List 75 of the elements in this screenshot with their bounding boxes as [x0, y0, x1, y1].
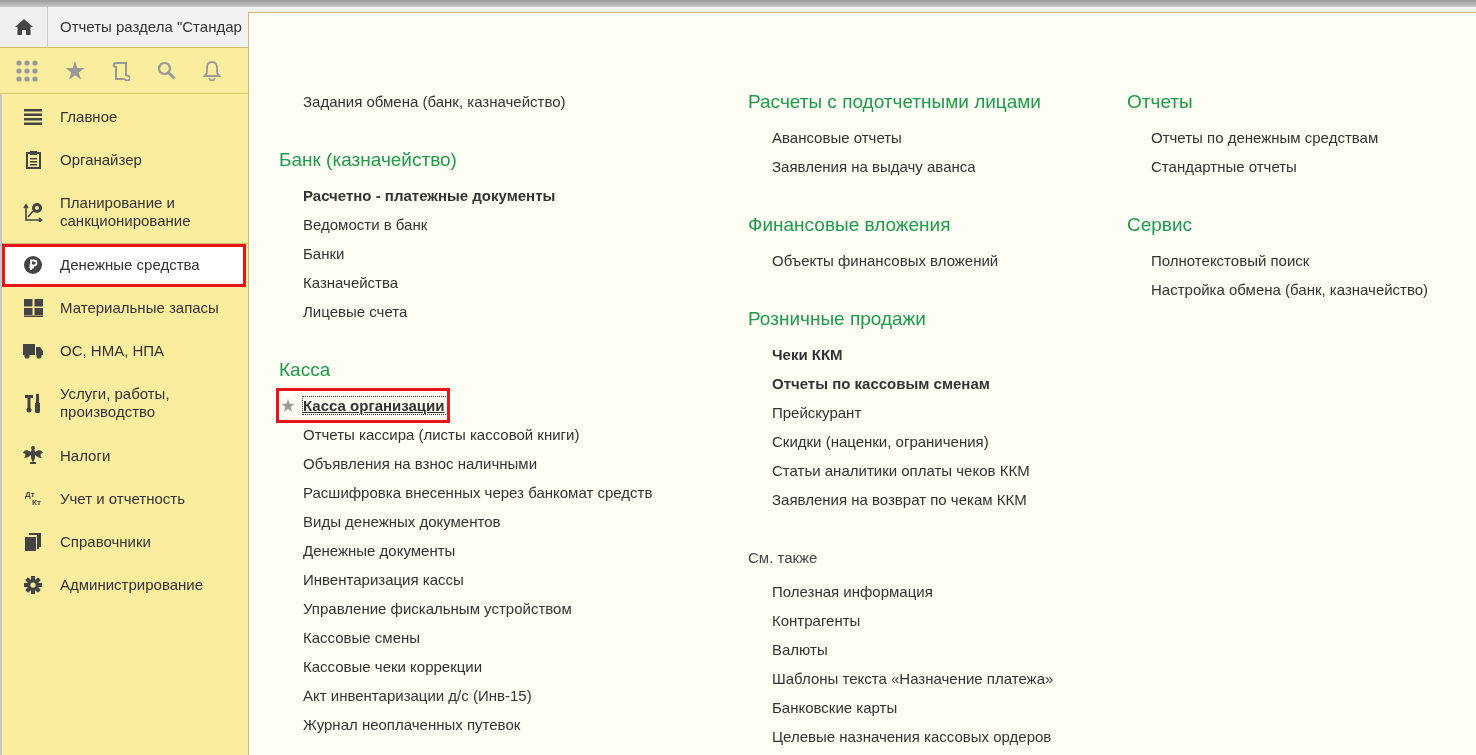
sidebar-item[interactable]: Материальные запасы: [2, 287, 246, 330]
menu-link[interactable]: Стандартные отчеты: [1151, 158, 1297, 175]
truck-icon: [23, 343, 43, 359]
sidebar-item[interactable]: Услуги, работы, производство: [2, 373, 246, 434]
menu-link[interactable]: Прейскурант: [772, 404, 862, 421]
star-icon[interactable]: [65, 61, 85, 80]
menu-link[interactable]: Кассовые смены: [303, 629, 421, 646]
menu-link[interactable]: Денежные документы: [303, 542, 456, 559]
tools-icon: [25, 393, 41, 413]
menu-link[interactable]: Полнотекстовый поиск: [1151, 252, 1310, 269]
menu-link[interactable]: Объекты финансовых вложений: [772, 252, 999, 269]
menu-link[interactable]: Расшифровка внесенных через банкомат средств: [303, 484, 653, 501]
menu-link[interactable]: Валюты: [772, 641, 828, 658]
chart-coin-icon: [23, 202, 43, 222]
section-heading: Расчеты с подотчетными лицами: [748, 90, 1042, 114]
menu-link[interactable]: Виды денежных документов: [303, 513, 501, 530]
list-icon: [24, 109, 42, 125]
sidebar-item[interactable]: Планирование и санкционирование: [2, 182, 246, 243]
menu-link[interactable]: Расчетно - платежные документы: [303, 187, 556, 204]
sidebar-item[interactable]: Органайзер: [2, 139, 246, 182]
section-heading: Сервис: [1127, 213, 1194, 237]
menu-link[interactable]: Инвентаризация кассы: [303, 571, 464, 588]
menu-link[interactable]: Казначейства: [303, 274, 399, 291]
menu-link[interactable]: Скидки (наценки, ограничения): [772, 433, 989, 450]
menu-link[interactable]: Чеки ККМ: [772, 346, 843, 363]
menu-link[interactable]: Журнал неоплаченных путевок: [303, 716, 521, 733]
menu-link[interactable]: Отчеты по денежным средствам: [1151, 129, 1379, 146]
menu-link[interactable]: Ведомости в банк: [303, 216, 428, 233]
sidebar-item[interactable]: Администрирование: [2, 564, 246, 607]
menu-link[interactable]: Шаблоны текста «Назначение платежа»: [772, 670, 1054, 687]
apps-grid-icon[interactable]: [16, 59, 38, 82]
section-heading: Банк (казначейство): [279, 148, 458, 172]
bell-icon[interactable]: [203, 60, 221, 81]
menu-link[interactable]: Банки: [303, 245, 345, 262]
menu-link[interactable]: Отчеты кассира (листы кассовой книги): [303, 426, 580, 443]
sidebar-item[interactable]: Денежные средства: [2, 244, 246, 287]
sidebar-item[interactable]: Справочники: [2, 521, 246, 564]
tab[interactable]: Отчеты раздела "Стандар: [48, 7, 242, 47]
menu-link[interactable]: Касса организации: [303, 397, 447, 414]
menu-link[interactable]: Акт инвентаризации д/с (Инв-15): [303, 687, 532, 704]
home-icon: [14, 19, 33, 35]
menu-link[interactable]: Статьи аналитики оплаты чеков ККМ: [772, 462, 1030, 479]
menu-link[interactable]: Лицевые счета: [303, 303, 408, 320]
blocks-icon: [23, 299, 43, 317]
ruble-coin-icon: [24, 256, 42, 274]
section-heading: Отчеты: [1127, 90, 1194, 114]
menu-link[interactable]: Банковские карты: [772, 699, 898, 716]
emblem-icon: [23, 446, 43, 465]
menu-link[interactable]: Объявления на взнос наличными: [303, 455, 538, 472]
menu-link[interactable]: Авансовые отчеты: [772, 129, 902, 146]
sidebar-item[interactable]: ОС, НМА, НПА: [2, 330, 246, 373]
menu-link[interactable]: Настройка обмена (банк, казначейство): [1151, 281, 1429, 298]
search-icon[interactable]: [157, 61, 176, 80]
menu-link[interactable]: Управление фискальным устройством: [303, 600, 572, 617]
menu-link[interactable]: Целевые назначения кассовых ордеров: [772, 728, 1052, 745]
sidebar-item[interactable]: Налоги: [2, 434, 246, 478]
menu-link[interactable]: Отчеты по кассовым сменам: [772, 375, 990, 392]
star-icon[interactable]: [281, 399, 295, 412]
menu-link[interactable]: Заявления на возврат по чекам ККМ: [772, 491, 1027, 508]
menu-link[interactable]: Заявления на выдачу аванса: [772, 158, 976, 175]
sidebar-item[interactable]: Главное: [2, 96, 246, 139]
section-heading: Касса: [279, 358, 332, 382]
section-heading: Финансовые вложения: [748, 213, 952, 237]
gear-icon: [24, 576, 42, 594]
menu-link[interactable]: Задания обмена (банк, казначейство): [303, 93, 566, 110]
see-also-heading: См. также: [748, 548, 819, 568]
clipboard-icon: [25, 151, 41, 169]
menu-link[interactable]: Кассовые чеки коррекции: [303, 658, 483, 675]
sidebar-item[interactable]: Дт Кт Учет и отчетность: [2, 478, 246, 521]
section-heading: Розничные продажи: [748, 307, 927, 331]
menu-link[interactable]: Полезная информация: [772, 583, 933, 600]
scroll-icon[interactable]: [112, 60, 130, 81]
books-icon: [25, 533, 41, 551]
debit-credit-icon: Дт Кт: [25, 491, 41, 507]
menu-link[interactable]: Контрагенты: [772, 612, 861, 629]
